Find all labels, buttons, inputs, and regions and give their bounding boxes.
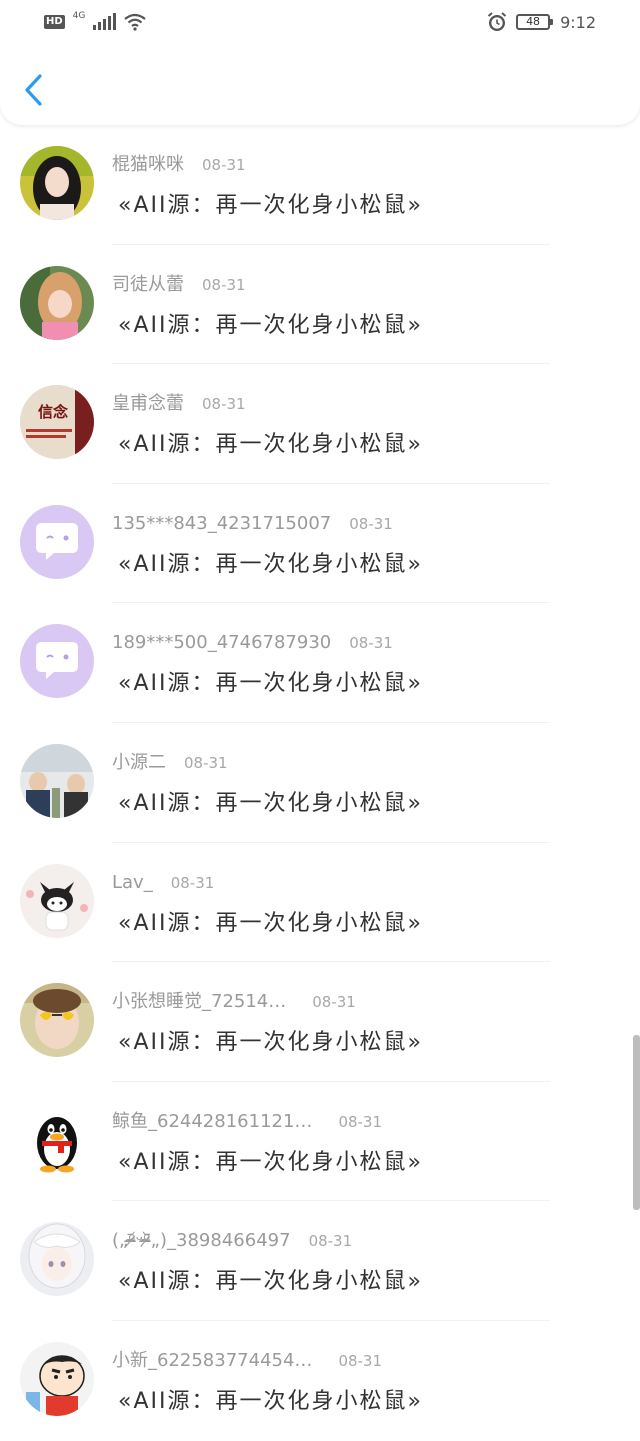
user-name[interactable]: 鲸鱼_624428161121… (112, 1110, 312, 1134)
post-date: 08-31 (202, 275, 246, 294)
avatar[interactable] (20, 1341, 94, 1416)
avatar[interactable] (20, 1102, 94, 1177)
item-meta: 小源二 08-31 (112, 751, 228, 775)
photo-girl-avatar (20, 146, 94, 220)
user-name[interactable]: 皇甫念蕾 (112, 392, 184, 416)
status-bar-right: 48 9:12 (486, 11, 596, 33)
list-item[interactable]: 小张想睡觉_72514… 08-31 «AII源：再一次化身小松鼠» (0, 962, 640, 1082)
list-item[interactable]: 司徒从蕾 08-31 «AII源：再一次化身小松鼠» (0, 245, 640, 365)
avatar[interactable] (20, 146, 94, 220)
item-meta: 鲸鱼_624428161121… 08-31 (112, 1110, 382, 1134)
post-date: 08-31 (202, 156, 246, 174)
post-date: 08-31 (308, 1232, 353, 1251)
message-text: «AII源：再一次化身小松鼠» (118, 671, 423, 697)
signal-icon (93, 13, 117, 30)
item-meta: 皇甫念蕾 08-31 (112, 392, 246, 416)
user-name[interactable]: 小源二 (112, 751, 166, 775)
message-text: «AII源：再一次化身小松鼠» (118, 1269, 423, 1295)
item-meta: 司徒从蕾 08-31 (112, 273, 246, 297)
avatar[interactable] (20, 743, 94, 818)
post-date: 08-31 (184, 753, 228, 772)
user-name[interactable]: 小张想睡觉_72514… (112, 990, 286, 1014)
item-meta: 小张想睡觉_72514… 08-31 (112, 990, 356, 1014)
list-item[interactable]: 信念 皇甫念蕾 08-31 «AII源：再一次化身小松鼠» (0, 364, 640, 484)
list-item[interactable]: 小源二 08-31 «AII源：再一次化身小松鼠» (0, 723, 640, 843)
avatar[interactable] (20, 1222, 94, 1297)
list-item[interactable]: 小新_622583774454… 08-31 «AII源：再一次化身小松鼠» (0, 1321, 640, 1441)
item-meta: 小新_622583774454… 08-31 (112, 1349, 382, 1373)
avatar[interactable] (20, 863, 94, 938)
kuromi-avatar (20, 863, 94, 938)
user-name[interactable]: 小新_622583774454… (112, 1349, 312, 1373)
default-chat-bubble-avatar (20, 624, 94, 699)
avatar[interactable]: 信念 (20, 385, 94, 460)
anime-white-hair-avatar (20, 1222, 94, 1297)
user-name[interactable]: („ᵒ̴̶̷᷄ᵕᵒ̴̶̷᷅„)_3898466497 (112, 1229, 291, 1253)
chevron-left-icon (25, 74, 42, 106)
item-meta: Lav_ 08-31 (112, 871, 214, 895)
wifi-icon (124, 13, 147, 31)
photo-sunglasses-avatar (20, 983, 94, 1058)
message-text: «AII源：再一次化身小松鼠» (118, 193, 423, 218)
post-date: 08-31 (349, 514, 393, 533)
network-type: 4G (72, 11, 86, 21)
list-item[interactable]: 189***500_4746787930 08-31 «AII源：再一次化身小松鼠… (0, 603, 640, 723)
user-name[interactable]: 135***843_4231715007 (112, 512, 331, 536)
message-text: «AII源：再一次化身小松鼠» (118, 432, 423, 458)
item-meta: 135***843_4231715007 08-31 (112, 512, 393, 536)
post-date: 08-31 (312, 993, 356, 1012)
message-text: «AII源：再一次化身小松鼠» (118, 790, 423, 816)
user-name[interactable]: 棍猫咪咪 (112, 153, 184, 177)
message-text: «AII源：再一次化身小松鼠» (118, 551, 423, 577)
message-text: «AII源：再一次化身小松鼠» (118, 910, 423, 936)
comment-list: 棍猫咪咪 08-31 «AII源：再一次化身小松鼠» 司徒从蕾 08-31 «AII… (0, 125, 640, 1441)
back-button[interactable] (18, 68, 54, 112)
avatar[interactable] (20, 624, 94, 699)
item-meta: 棍猫咪咪 08-31 (112, 153, 246, 177)
post-date: 08-31 (349, 634, 393, 653)
item-meta: („ᵒ̴̶̷᷄ᵕᵒ̴̶̷᷅„)_3898466497 08-31 (112, 1229, 352, 1253)
post-date: 08-31 (170, 873, 215, 892)
list-item[interactable]: 棍猫咪咪 08-31 «AII源：再一次化身小松鼠» (0, 125, 640, 245)
qq-penguin-avatar (20, 1102, 94, 1177)
list-item[interactable]: 鲸鱼_624428161121… 08-31 «AII源：再一次化身小松鼠» (0, 1082, 640, 1202)
list-item[interactable]: Lav_ 08-31 «AII源：再一次化身小松鼠» (0, 843, 640, 963)
message-text: «AII源：再一次化身小松鼠» (118, 312, 423, 338)
avatar[interactable] (20, 265, 94, 340)
avatar[interactable] (20, 983, 94, 1058)
user-name[interactable]: Lav_ (112, 871, 153, 895)
user-name[interactable]: 189***500_4746787930 (112, 631, 331, 655)
list-item[interactable]: 135***843_4231715007 08-31 «AII源：再一次化身小松鼠… (0, 484, 640, 604)
message-text: «AII源：再一次化身小松鼠» (118, 1388, 423, 1414)
hd-badge: HD (44, 15, 65, 29)
shinchan-avatar (20, 1341, 94, 1416)
status-bar: HD 4G 48 9:12 (0, 0, 640, 44)
user-name[interactable]: 司徒从蕾 (112, 273, 184, 297)
post-date: 08-31 (202, 395, 246, 414)
post-date: 08-31 (338, 1351, 383, 1370)
photo-girl-pink-avatar (20, 265, 94, 340)
list-item[interactable]: („ᵒ̴̶̷᷄ᵕᵒ̴̶̷᷅„)_3898466497 08-31 «AII源：再一… (0, 1201, 640, 1321)
item-meta: 189***500_4746787930 08-31 (112, 631, 393, 655)
scrollbar[interactable] (633, 1035, 640, 1210)
post-date: 08-31 (338, 1112, 383, 1131)
message-text: «AII源：再一次化身小松鼠» (118, 1149, 423, 1175)
default-chat-bubble-avatar (20, 504, 94, 579)
photo-people-avatar (20, 743, 94, 818)
avatar-text: 信念 (38, 403, 69, 422)
header: HD 4G 48 9:12 (0, 0, 640, 125)
status-time: 9:12 (560, 12, 596, 32)
status-bar-left: HD 4G (44, 11, 147, 31)
alarm-clock-icon (487, 12, 507, 31)
battery-icon: 48 (516, 14, 554, 30)
message-text: «AII源：再一次化身小松鼠» (118, 1030, 423, 1056)
avatar[interactable] (20, 504, 94, 579)
xinnian-text-avatar (20, 385, 94, 460)
